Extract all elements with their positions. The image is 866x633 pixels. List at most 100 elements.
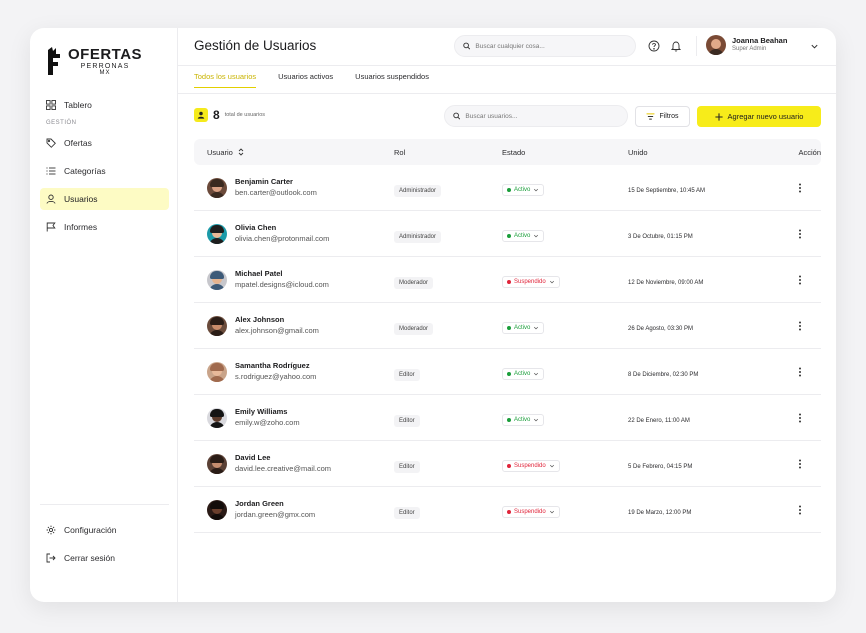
action-cell	[778, 183, 821, 193]
state-cell: Activo	[502, 225, 628, 243]
chevron-down-icon	[534, 234, 539, 237]
main-content: Gestión de Usuarios Joanna Beahan Super …	[178, 28, 836, 602]
sidebar-item-categorias[interactable]: Categorías	[40, 160, 169, 182]
more-options-icon[interactable]	[795, 459, 805, 469]
sidebar-section-label: GESTIÓN	[46, 120, 77, 126]
bell-icon[interactable]	[670, 40, 682, 52]
table-row[interactable]: Samantha Rodríguez s.rodriguez@yahoo.com…	[194, 349, 821, 395]
chevron-down-icon	[549, 464, 554, 467]
role-badge: Administrador	[394, 184, 442, 197]
status-badge[interactable]: Suspendido	[502, 459, 560, 472]
chevron-down-icon[interactable]	[810, 42, 819, 51]
user-cell: Alex Johnson alex.johnson@gmail.com	[194, 315, 394, 336]
chevron-down-icon	[534, 326, 539, 329]
status-badge[interactable]: Suspendido	[502, 275, 560, 288]
avatar	[207, 499, 227, 520]
tabs-divider	[178, 93, 836, 94]
status-label: Activo	[514, 416, 531, 423]
tab-active-users[interactable]: Usuarios activos	[278, 72, 333, 88]
topbar-divider	[696, 36, 697, 56]
table-row[interactable]: Alex Johnson alex.johnson@gmail.com Mode…	[194, 303, 821, 349]
status-label: Suspendido	[514, 278, 546, 285]
status-badge[interactable]: Activo	[502, 413, 545, 426]
sidebar-item-informes[interactable]: Informes	[40, 216, 169, 238]
action-cell	[778, 413, 821, 423]
sidebar-item-tablero[interactable]: Tablero	[40, 94, 169, 116]
sidebar-item-label: Usuarios	[64, 194, 98, 204]
joined-cell: 15 De Septiembre, 10:45 AM	[628, 179, 778, 197]
user-icon	[46, 194, 56, 204]
sidebar-item-usuarios[interactable]: Usuarios	[40, 188, 169, 210]
table-row[interactable]: Olivia Chen olivia.chen@protonmail.com A…	[194, 211, 821, 257]
column-header-user[interactable]: Usuario	[194, 148, 394, 157]
more-options-icon[interactable]	[795, 413, 805, 423]
status-dot	[507, 463, 511, 468]
role-cell: Editor	[394, 409, 502, 427]
user-name: Olivia Chen	[235, 223, 277, 232]
status-badge[interactable]: Activo	[502, 183, 545, 196]
action-cell	[778, 275, 821, 285]
user-email: jordan.green@gmx.com	[235, 509, 316, 519]
state-cell: Suspendido	[502, 501, 628, 519]
joined-date: 8 De Diciembre, 02:30 PM	[628, 371, 699, 378]
global-search[interactable]	[454, 35, 636, 57]
role-badge: Moderador	[394, 276, 434, 289]
action-cell	[778, 229, 821, 239]
users-count-icon	[194, 108, 208, 122]
brand-sub: PERRONAS	[80, 62, 130, 70]
tab-all-users[interactable]: Todos los usuarios	[194, 72, 257, 88]
table-row[interactable]: Benjamin Carter ben.carter@outlook.com A…	[194, 165, 821, 211]
table-row[interactable]: Emily Williams emily.w@zoho.com Editor A…	[194, 395, 821, 441]
sidebar-item-label: Categorías	[64, 166, 106, 176]
sidebar-item-cerrar-sesion[interactable]: Cerrar sesión	[40, 547, 169, 569]
more-options-icon[interactable]	[795, 505, 805, 515]
sidebar-item-configuracion[interactable]: Configuración	[40, 519, 169, 541]
status-label: Suspendido	[514, 508, 546, 515]
role-cell: Administrador	[394, 225, 502, 243]
tab-suspended-users[interactable]: Usuarios suspendidos	[355, 72, 429, 88]
status-badge[interactable]: Suspendido	[502, 505, 560, 518]
state-cell: Suspendido	[502, 455, 628, 473]
global-search-input[interactable]	[475, 42, 627, 50]
user-search-input[interactable]	[465, 112, 619, 120]
user-count-label: total de usuarios	[224, 112, 266, 118]
role-cell: Editor	[394, 363, 502, 381]
avatar	[207, 315, 227, 336]
joined-date: 15 De Septiembre, 10:45 AM	[628, 187, 706, 194]
more-options-icon[interactable]	[795, 183, 805, 193]
user-name: Samantha Rodríguez	[235, 361, 310, 370]
status-dot	[507, 417, 511, 422]
more-options-icon[interactable]	[795, 229, 805, 239]
grid-icon	[46, 100, 56, 110]
add-user-button[interactable]: Agregar nuevo usuario	[697, 106, 821, 127]
help-icon[interactable]	[648, 40, 660, 52]
joined-date: 26 De Agosto, 03:30 PM	[628, 325, 694, 332]
flag-icon	[46, 222, 56, 232]
status-label: Activo	[514, 232, 531, 239]
user-count: 8 total de usuarios	[194, 108, 265, 122]
user-email: david.lee.creative@mail.com	[235, 463, 331, 473]
user-email: s.rodriguez@yahoo.com	[235, 371, 317, 381]
table-row[interactable]: Michael Patel mpatel.designs@icloud.com …	[194, 257, 821, 303]
user-profile[interactable]: Joanna Beahan Super Admin	[706, 35, 787, 55]
table-row[interactable]: David Lee david.lee.creative@mail.com Ed…	[194, 441, 821, 487]
user-search[interactable]	[444, 105, 628, 127]
more-options-icon[interactable]	[795, 321, 805, 331]
brand-logo[interactable]: OFERTAS PERRONAS MX	[44, 46, 142, 76]
status-badge[interactable]: Activo	[502, 229, 545, 242]
state-cell: Activo	[502, 363, 628, 381]
filter-button[interactable]: Filtros	[635, 106, 690, 127]
column-header-action: Acción	[798, 147, 821, 157]
status-badge[interactable]: Activo	[502, 367, 545, 380]
user-name: Benjamin Carter	[235, 177, 293, 186]
sidebar-item-ofertas[interactable]: Ofertas	[40, 132, 169, 154]
status-badge[interactable]: Activo	[502, 321, 545, 334]
sidebar-item-label: Informes	[64, 222, 98, 232]
user-cell: David Lee david.lee.creative@mail.com	[194, 453, 394, 474]
more-options-icon[interactable]	[795, 367, 805, 377]
role-cell: Moderador	[394, 317, 502, 335]
table-row[interactable]: Jordan Green jordan.green@gmx.com Editor…	[194, 487, 821, 533]
avatar	[207, 269, 227, 290]
more-options-icon[interactable]	[795, 275, 805, 285]
app-window: OFERTAS PERRONAS MX Tablero GESTIÓN Ofer…	[30, 28, 836, 602]
